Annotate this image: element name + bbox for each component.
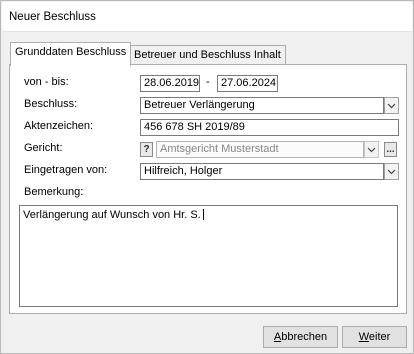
next-button[interactable]: Weiter: [342, 326, 407, 348]
chevron-down-icon: [387, 169, 396, 174]
bemerkung-text: Verlängerung auf Wunsch von Hr. S.: [23, 209, 201, 221]
gericht-help-button[interactable]: ?: [140, 142, 153, 157]
gericht-select[interactable]: Amtsgericht Musterstadt: [156, 141, 364, 158]
label-eingetragen-von: Eingetragen von:: [24, 164, 108, 176]
label-aktenzeichen: Aktenzeichen:: [24, 120, 94, 132]
label-gericht: Gericht:: [24, 142, 63, 154]
label-von-bis: von - bis:: [24, 76, 69, 88]
gericht-more-button[interactable]: ...: [384, 142, 397, 157]
window-title: Neuer Beschluss: [9, 11, 96, 23]
chevron-down-icon: [367, 147, 376, 152]
date-from-field[interactable]: 28.06.2019: [140, 75, 200, 92]
eingetragen-von-select[interactable]: Hilfreich, Holger: [140, 163, 384, 180]
beschluss-dropdown-button[interactable]: [384, 97, 399, 114]
tab-grunddaten[interactable]: Grunddaten Beschluss: [10, 42, 132, 66]
label-beschluss: Beschluss:: [24, 98, 78, 110]
tab-betreuer-inhalt-label: Betreuer und Beschluss Inhalt: [134, 49, 281, 61]
cancel-button[interactable]: Abbrechen: [263, 326, 338, 348]
date-separator: -: [206, 76, 210, 88]
eingetragen-von-dropdown-button[interactable]: [384, 163, 399, 180]
chevron-down-icon: [387, 103, 396, 108]
next-mnemonic: W: [358, 331, 369, 343]
beschluss-select[interactable]: Betreuer Verlängerung: [140, 97, 384, 114]
tab-panel-grunddaten: von - bis: 28.06.2019 - 27.06.2024 Besch…: [9, 64, 407, 314]
date-to-field[interactable]: 27.06.2024: [217, 75, 278, 92]
tab-betreuer-inhalt[interactable]: Betreuer und Beschluss Inhalt: [129, 45, 286, 66]
cancel-label-rest: bbrechen: [281, 331, 328, 343]
aktenzeichen-input[interactable]: 456 678 SH 2019/89: [140, 119, 399, 136]
bemerkung-textarea[interactable]: Verlängerung auf Wunsch von Hr. S.: [19, 205, 398, 307]
next-label-rest: eiter: [368, 331, 391, 343]
label-bemerkung: Bemerkung:: [24, 186, 84, 198]
text-caret: [202, 209, 204, 220]
title-bar: Neuer Beschluss: [2, 2, 412, 32]
dialog-window: Neuer Beschluss Grunddaten Beschluss Bet…: [0, 0, 414, 354]
gericht-dropdown-button[interactable]: [364, 141, 379, 158]
tab-grunddaten-label: Grunddaten Beschluss: [15, 46, 127, 58]
